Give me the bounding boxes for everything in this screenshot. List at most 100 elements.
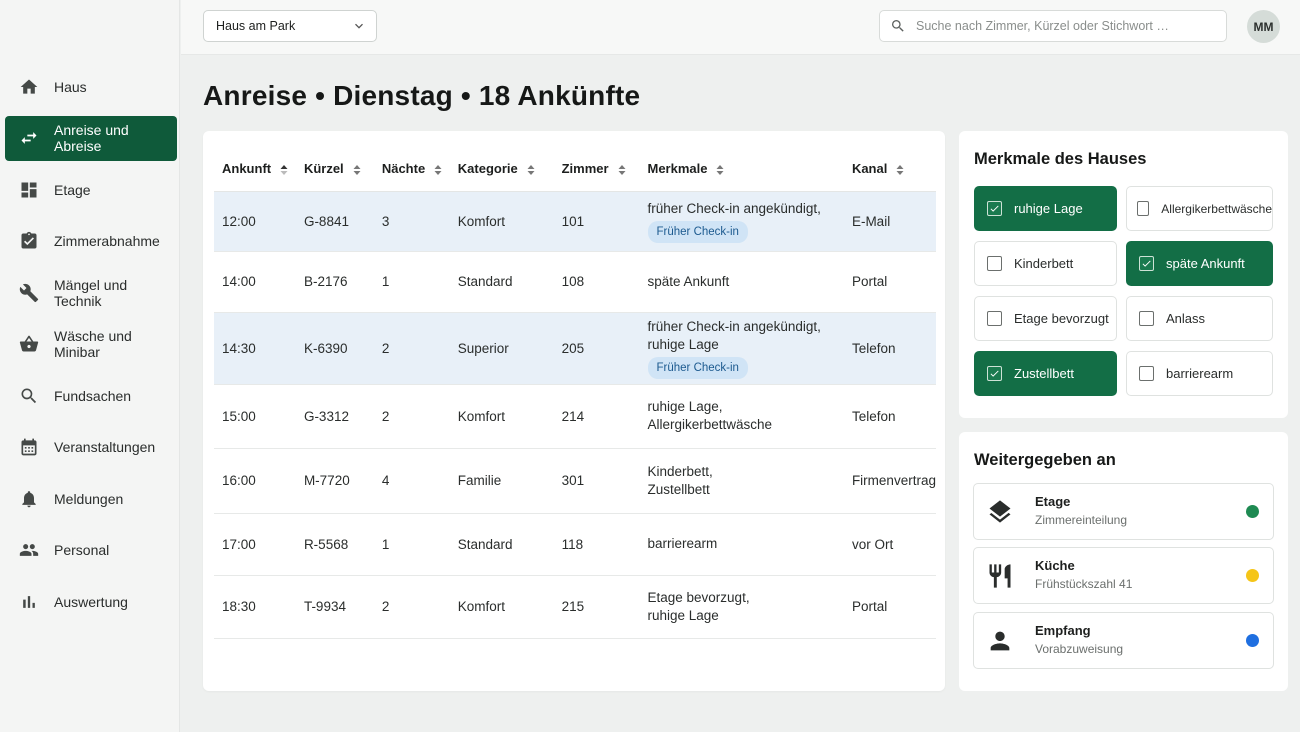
table-row[interactable]: 12:00 G-8841 3 Komfort 101 früher Check-… [214,191,936,252]
feature-toggle-ruhige-lage[interactable]: ruhige Lage [974,186,1117,231]
sidebar-item-anreise-abreise[interactable]: Anreise und Abreise [5,115,177,161]
cell-channel: Telefon [843,384,936,449]
sort-icon [527,164,535,175]
checkbox-checked [987,201,1002,216]
cell-arrival: 16:00 [214,448,296,514]
column-header-merkmale[interactable]: Merkmale [639,147,844,192]
cell-code: R-5568 [295,513,374,576]
forwarded-item-empfang[interactable]: Empfang Vorabzuweisung [973,612,1274,669]
column-header-label: Nächte [381,161,426,177]
table-row[interactable]: 14:00 B-2176 1 Standard 108 späte Ankunf… [214,251,936,313]
search-input[interactable] [916,19,1216,33]
feature-toggle-label: Anlass [1166,311,1206,326]
house-features-title: Merkmale des Hauses [974,150,1147,168]
sidebar-item-label: Personal [54,542,110,558]
avatar[interactable]: MM [1247,10,1280,43]
cell-features: Kinderbett, Zustellbett [639,448,844,514]
feature-line: ruhige Lage [647,336,719,352]
sidebar-item-auswertung[interactable]: Auswertung [5,579,177,624]
sidebar-item-haus[interactable]: Haus [5,64,177,109]
forwarded-item-etage[interactable]: Etage Zimmereinteilung [973,483,1274,540]
basket-icon [19,334,39,354]
sidebar-item-waesche-minibar[interactable]: Wäsche und Minibar [5,322,177,367]
table-row[interactable]: 17:00 R-5568 1 Standard 118 barrierearm … [214,513,936,576]
feature-toggle-etage-bevorzugt[interactable]: Etage bevorzugt [974,296,1117,341]
cell-category: Komfort [449,191,554,252]
cell-nights: 3 [373,191,450,252]
person-icon [986,627,1014,655]
sidebar-item-label: Veranstaltungen [54,439,156,455]
bell-icon [19,489,39,509]
checkmark-icon [990,205,999,212]
house-features-panel: Merkmale des Hauses ruhige Lage Allergik… [959,131,1288,418]
sort-asc-icon [280,164,288,175]
search-box[interactable] [879,10,1227,42]
sidebar-item-label: Mängel und Technik [54,276,128,309]
checkbox-unchecked [1139,311,1154,326]
layers-icon [986,498,1014,526]
feature-toggle-zustellbett[interactable]: Zustellbett [974,351,1117,396]
column-header-naechte[interactable]: Nächte [373,147,450,192]
column-header-label: Ankunft [222,161,272,177]
sidebar-item-etage[interactable]: Etage [5,167,177,212]
feature-toggle-barrierearm[interactable]: barrierearm [1126,351,1273,396]
house-select[interactable]: Haus am Park [203,10,377,42]
cell-channel: Telefon [843,312,936,385]
cell-room: 118 [553,513,640,576]
feature-line: Kinderbett, [647,463,713,479]
table-row[interactable]: 14:30 K-6390 2 Superior 205 früher Check… [214,312,936,385]
cell-code: T-9934 [295,575,374,639]
feature-line: Allergikerbettwäsche [647,417,773,432]
column-header-kuerzel[interactable]: Kürzel [295,147,374,192]
cell-code: B-2176 [295,251,374,313]
table-row[interactable]: 18:30 T-9934 2 Komfort 215 Etage bevorzu… [214,575,936,639]
cell-room: 214 [553,384,640,449]
cell-code: G-3312 [295,384,374,449]
cell-nights: 4 [373,448,450,514]
sort-icon [434,164,442,175]
column-header-zimmer[interactable]: Zimmer [553,147,640,192]
calendar-icon [19,437,39,457]
sidebar-item-personal[interactable]: Personal [5,528,177,573]
feature-line: früher Check-in angekündigt, [647,318,821,334]
status-dot [1246,569,1259,582]
forwarded-item-sub: Vorabzuweisung [1035,642,1124,656]
cell-category: Komfort [449,575,554,639]
feature-line: ruhige Lage, [647,399,723,414]
checkbox-unchecked [1137,201,1150,216]
feature-toggle-kinderbett[interactable]: Kinderbett [974,241,1117,286]
cell-code: K-6390 [295,312,374,385]
table-row[interactable]: 15:00 G-3312 2 Komfort 214 ruhige Lage, A… [214,384,936,449]
arrivals-table-card: Ankunft Kürzel Nächte Kategorie Zimmer M… [203,131,945,691]
early-checkin-chip: Früher Check-in [647,220,748,243]
column-header-label: Kanal [851,161,888,177]
sort-icon [618,164,626,175]
column-header-ankunft[interactable]: Ankunft [214,147,296,192]
sidebar-item-veranstaltungen[interactable]: Veranstaltungen [5,425,177,470]
cell-nights: 2 [373,312,450,385]
sidebar-item-fundsachen[interactable]: Fundsachen [5,373,177,418]
cell-channel: E-Mail [843,191,936,252]
feature-line: späte Ankunft [647,273,730,289]
cell-features: früher Check-in angekündigt, ruhige Lage F… [639,312,844,385]
feature-toggle-label: Etage bevorzugt [1014,311,1109,326]
column-header-label: Zimmer [561,161,609,177]
forwarded-item-kueche[interactable]: Küche Frühstückszahl 41 [973,547,1274,604]
feature-toggle-anlass[interactable]: Anlass [1126,296,1273,341]
sidebar-item-maengel-technik[interactable]: Mängel und Technik [5,270,177,315]
feature-toggle-allergikerbettwaesche[interactable]: Allergikerbettwäsche [1126,186,1273,231]
table-header-row: Ankunft Kürzel Nächte Kategorie Zimmer M… [214,147,936,192]
column-header-kanal[interactable]: Kanal [843,147,936,192]
bar-chart-icon [19,592,39,612]
feature-toggle-spaete-ankunft[interactable]: späte Ankunft [1126,241,1273,286]
sidebar-item-zimmerabnahme[interactable]: Zimmerabnahme [5,219,177,264]
sidebar: Haus Anreise und Abreise Etage Zimmerabn… [0,0,180,732]
checkbox-checked [1139,256,1154,271]
column-header-kategorie[interactable]: Kategorie [449,147,554,192]
cell-nights: 2 [373,384,450,449]
sidebar-item-meldungen[interactable]: Meldungen [5,476,177,521]
checkbox-unchecked [987,311,1002,326]
cell-room: 108 [553,251,640,313]
grid-icon [19,180,39,200]
table-row[interactable]: 16:00 M-7720 4 Familie 301 Kinderbett, Zu… [214,448,936,514]
